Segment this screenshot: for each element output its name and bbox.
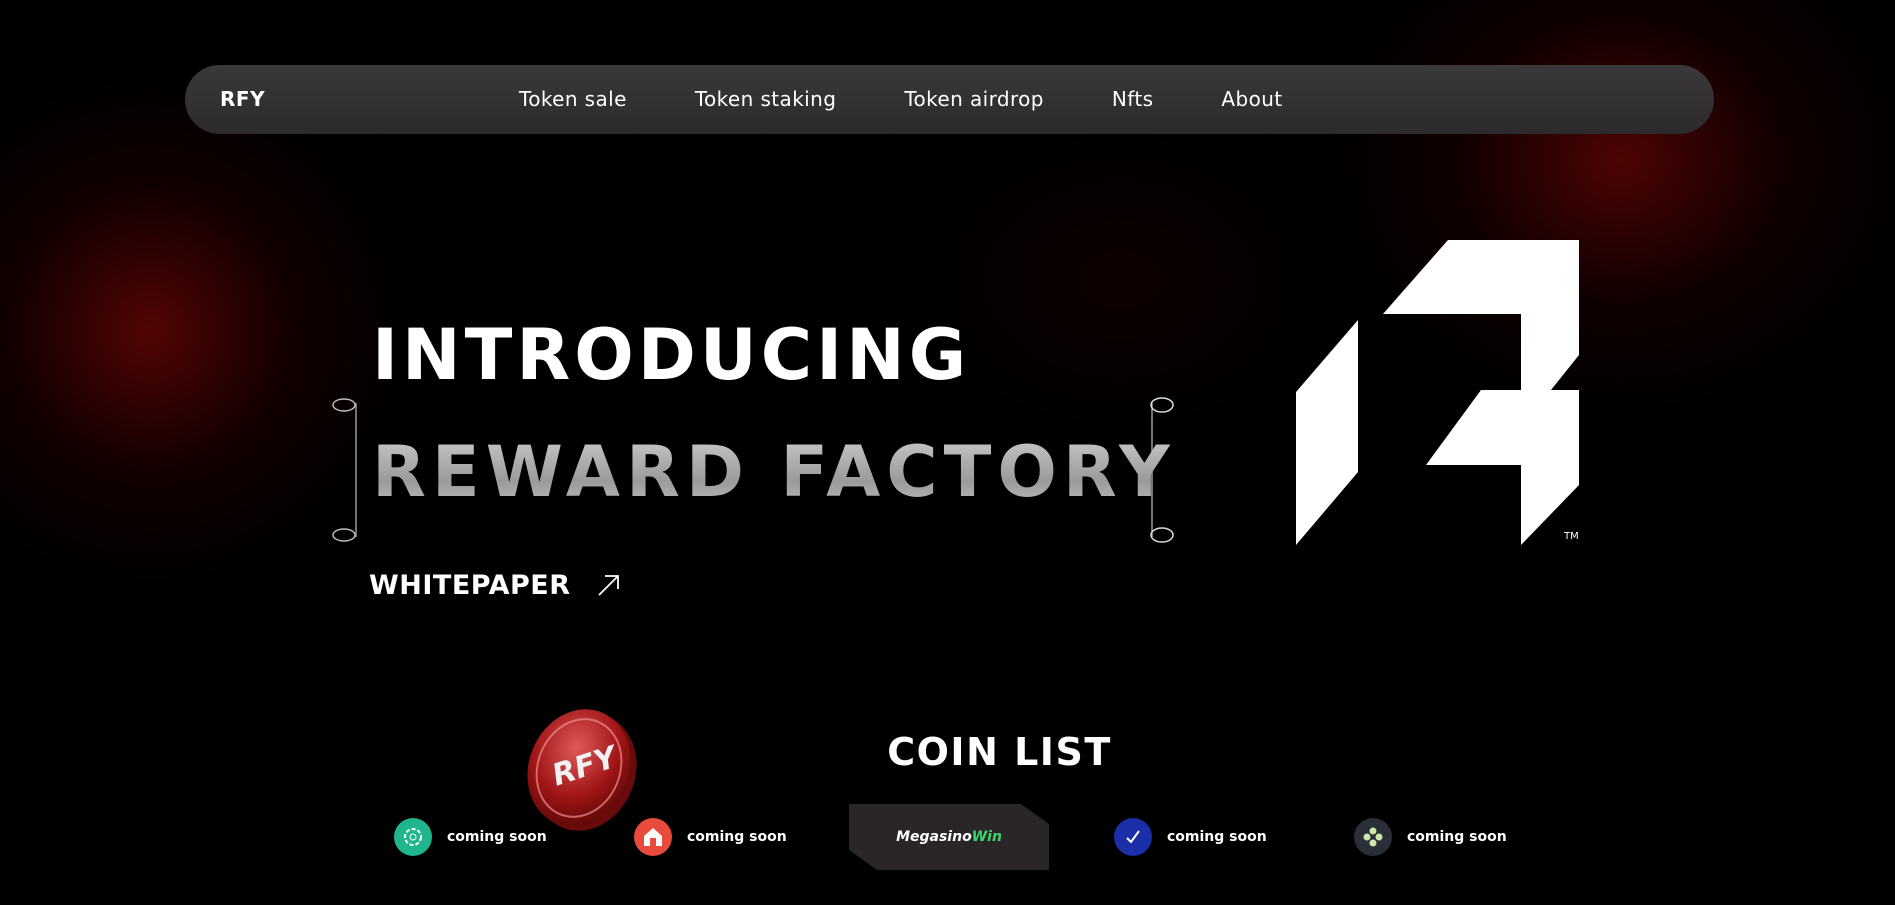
red-house-icon bbox=[634, 818, 672, 856]
nav-link-token-sale[interactable]: Token sale bbox=[519, 65, 627, 134]
coin-list-item[interactable]: coming soon bbox=[394, 817, 547, 857]
hero-title: REWARD FACTORY bbox=[372, 427, 1176, 517]
nav-link-about[interactable]: About bbox=[1221, 65, 1282, 134]
page: RFY Token sale Token staking Token airdr… bbox=[0, 0, 1895, 905]
teal-ring-icon bbox=[394, 818, 432, 856]
coin-list-item[interactable]: coming soon bbox=[1114, 817, 1267, 857]
nav-link-nfts[interactable]: Nfts bbox=[1112, 65, 1154, 134]
coin-list: coming soon coming soon MegasinoWin comi… bbox=[0, 800, 1895, 880]
whitepaper-label: WHITEPAPER bbox=[369, 569, 571, 601]
coin-list-item[interactable]: coming soon bbox=[634, 817, 787, 857]
coin-status-label: coming soon bbox=[687, 829, 787, 845]
nav-link-token-airdrop[interactable]: Token airdrop bbox=[904, 65, 1044, 134]
coin-status-label: coming soon bbox=[447, 829, 547, 845]
top-navbar: RFY Token sale Token staking Token airdr… bbox=[185, 65, 1714, 134]
check-icon bbox=[1114, 818, 1152, 856]
partner-logo-text: MegasinoWin bbox=[849, 804, 1049, 870]
arrow-up-right-icon bbox=[597, 575, 619, 596]
partner-name-part2: Win bbox=[971, 829, 1002, 845]
nav-links: Token sale Token staking Token airdrop N… bbox=[519, 65, 1351, 134]
coin-status-label: coming soon bbox=[1167, 829, 1267, 845]
trademark-label: TM bbox=[1563, 531, 1579, 542]
coin-list-item[interactable]: coming soon bbox=[1354, 817, 1507, 857]
rfy-logo-mark: TM bbox=[1296, 240, 1579, 545]
megasinowin-partner-card[interactable]: MegasinoWin bbox=[849, 804, 1049, 870]
whitepaper-link[interactable]: WHITEPAPER bbox=[369, 565, 622, 605]
nav-link-token-staking[interactable]: Token staking bbox=[695, 65, 837, 134]
clover-icon bbox=[1354, 818, 1392, 856]
brand-link[interactable]: RFY bbox=[220, 65, 265, 134]
coin-list-title: COIN LIST bbox=[887, 730, 1112, 774]
coin-status-label: coming soon bbox=[1407, 829, 1507, 845]
hero-intro-heading: INTRODUCING bbox=[372, 314, 971, 396]
partner-name-part1: Megasino bbox=[896, 829, 972, 845]
